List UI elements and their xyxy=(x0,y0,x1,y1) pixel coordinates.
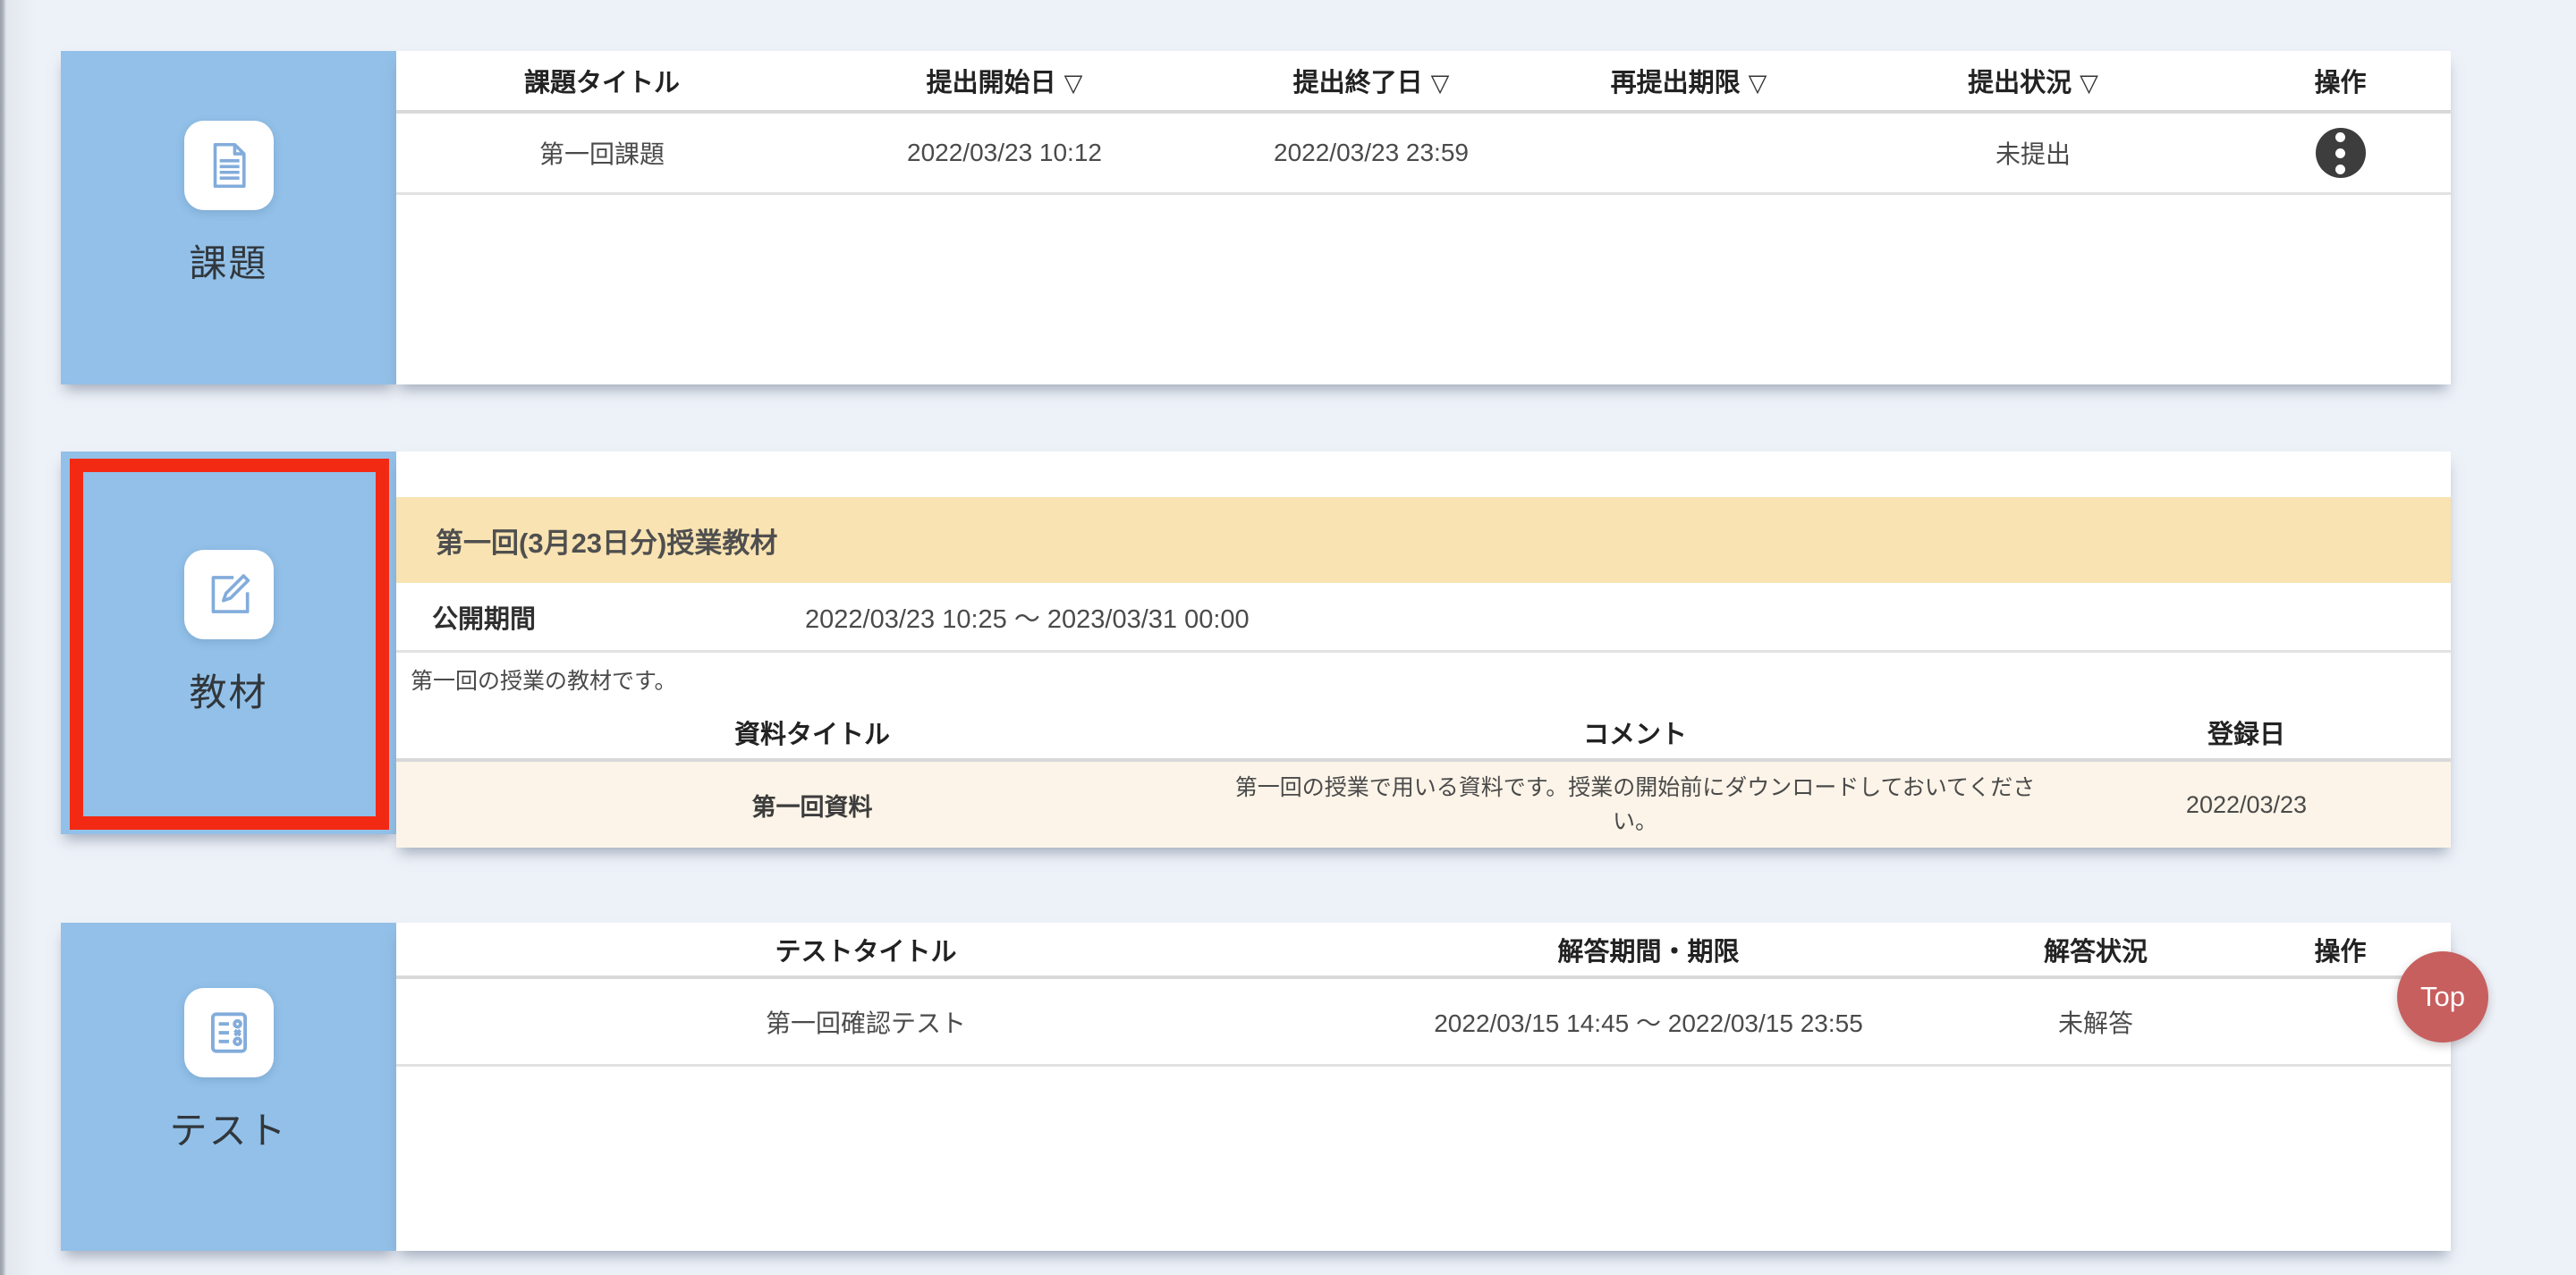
tests-panel: テストタイトル 解答期間・期限 解答状況 操作 第一回確認テスト 2022/03… xyxy=(396,923,2451,1251)
tests-table-header: テストタイトル 解答期間・期限 解答状況 操作 xyxy=(396,923,2451,979)
assignment-status: 未提出 xyxy=(1836,135,2230,171)
column-header-registered-date: 登録日 xyxy=(2042,713,2451,751)
sidebar-tile-assignments[interactable]: 課題 xyxy=(61,51,396,384)
checklist-icon xyxy=(184,988,274,1077)
materials-table-header: 資料タイトル コメント 登録日 xyxy=(396,706,2451,762)
material-table-row[interactable]: 第一回資料 第一回の授業で用いる資料です。授業の開始前にダウンロードしておいてく… xyxy=(396,762,2451,848)
test-answer-period: 2022/03/15 14:45 〜 2022/03/15 23:55 xyxy=(1335,1004,1962,1040)
sidebar-tile-tests[interactable]: テスト xyxy=(61,923,396,1251)
column-header-test-title: テストタイトル xyxy=(396,931,1335,968)
sort-triangle-icon: ▽ xyxy=(1064,70,1083,97)
column-header-actions: 操作 xyxy=(2230,62,2451,99)
highlight-red-frame xyxy=(70,459,389,830)
open-period-label: 公開期間 xyxy=(432,598,805,636)
materials-description: 第一回の授業の教材です。 xyxy=(396,653,2451,706)
assignments-table-header: 課題タイトル 提出開始日▽ 提出終了日▽ 再提出期限▽ 提出状況▽ 操作 xyxy=(396,51,2451,114)
column-header-submit-start[interactable]: 提出開始日▽ xyxy=(808,62,1201,99)
scroll-to-top-label: Top xyxy=(2420,981,2465,1013)
sidebar-tile-materials[interactable]: 教材 xyxy=(61,452,396,834)
material-comment: 第一回の授業で用いる資料です。授業の開始前にダウンロードしておいてください。 xyxy=(1228,771,2042,839)
column-header-material-title: 資料タイトル xyxy=(396,713,1228,751)
document-icon xyxy=(184,121,274,210)
materials-panel: 第一回(3月23日分)授業教材 公開期間 2022/03/23 10:25 〜 … xyxy=(396,452,2451,848)
assignment-submit-end: 2022/03/23 23:59 xyxy=(1201,139,1541,167)
scroll-to-top-button[interactable]: Top xyxy=(2397,951,2488,1043)
column-header-assignment-title: 課題タイトル xyxy=(396,62,808,99)
assignment-actions-cell xyxy=(2230,128,2451,178)
sort-triangle-icon: ▽ xyxy=(1431,70,1450,97)
material-title[interactable]: 第一回資料 xyxy=(396,788,1228,823)
test-table-row[interactable]: 第一回確認テスト 2022/03/15 14:45 〜 2022/03/15 2… xyxy=(396,979,2451,1067)
assignment-submit-start: 2022/03/23 10:12 xyxy=(808,139,1201,167)
column-header-submit-end[interactable]: 提出終了日▽ xyxy=(1201,62,1541,99)
materials-group-title: 第一回(3月23日分)授業教材 xyxy=(436,520,777,561)
assignment-title[interactable]: 第一回課題 xyxy=(396,135,808,171)
materials-top-strip xyxy=(396,452,2451,497)
open-period-value: 2022/03/23 10:25 〜 2023/03/31 00:00 xyxy=(805,598,1250,636)
column-header-answer-period: 解答期間・期限 xyxy=(1335,931,1962,968)
edit-icon xyxy=(184,550,274,639)
assignment-table-row[interactable]: 第一回課題 2022/03/23 10:12 2022/03/23 23:59 … xyxy=(396,114,2451,195)
materials-group-title-band: 第一回(3月23日分)授業教材 xyxy=(396,497,2451,583)
column-header-submit-status[interactable]: 提出状況▽ xyxy=(1836,62,2230,99)
materials-open-period-row: 公開期間 2022/03/23 10:25 〜 2023/03/31 00:00 xyxy=(396,583,2451,653)
column-header-answer-status: 解答状況 xyxy=(1962,931,2230,968)
tile-label-assignments: 課題 xyxy=(189,233,267,288)
column-header-comment: コメント xyxy=(1228,713,2042,751)
tile-label-materials: 教材 xyxy=(189,663,267,717)
assignments-panel: 課題タイトル 提出開始日▽ 提出終了日▽ 再提出期限▽ 提出状況▽ 操作 第一回… xyxy=(396,51,2451,384)
test-title[interactable]: 第一回確認テスト xyxy=(396,1004,1335,1040)
tile-label-tests: テスト xyxy=(169,1101,287,1155)
sort-triangle-icon: ▽ xyxy=(1749,70,1767,97)
kebab-menu-icon[interactable] xyxy=(2316,128,2366,178)
test-answer-status: 未解答 xyxy=(1962,1004,2230,1040)
column-header-resubmit-deadline[interactable]: 再提出期限▽ xyxy=(1541,62,1836,99)
sort-triangle-icon: ▽ xyxy=(2080,70,2098,97)
page-left-edge xyxy=(0,0,36,1275)
material-registered-date: 2022/03/23 xyxy=(2042,791,2451,819)
